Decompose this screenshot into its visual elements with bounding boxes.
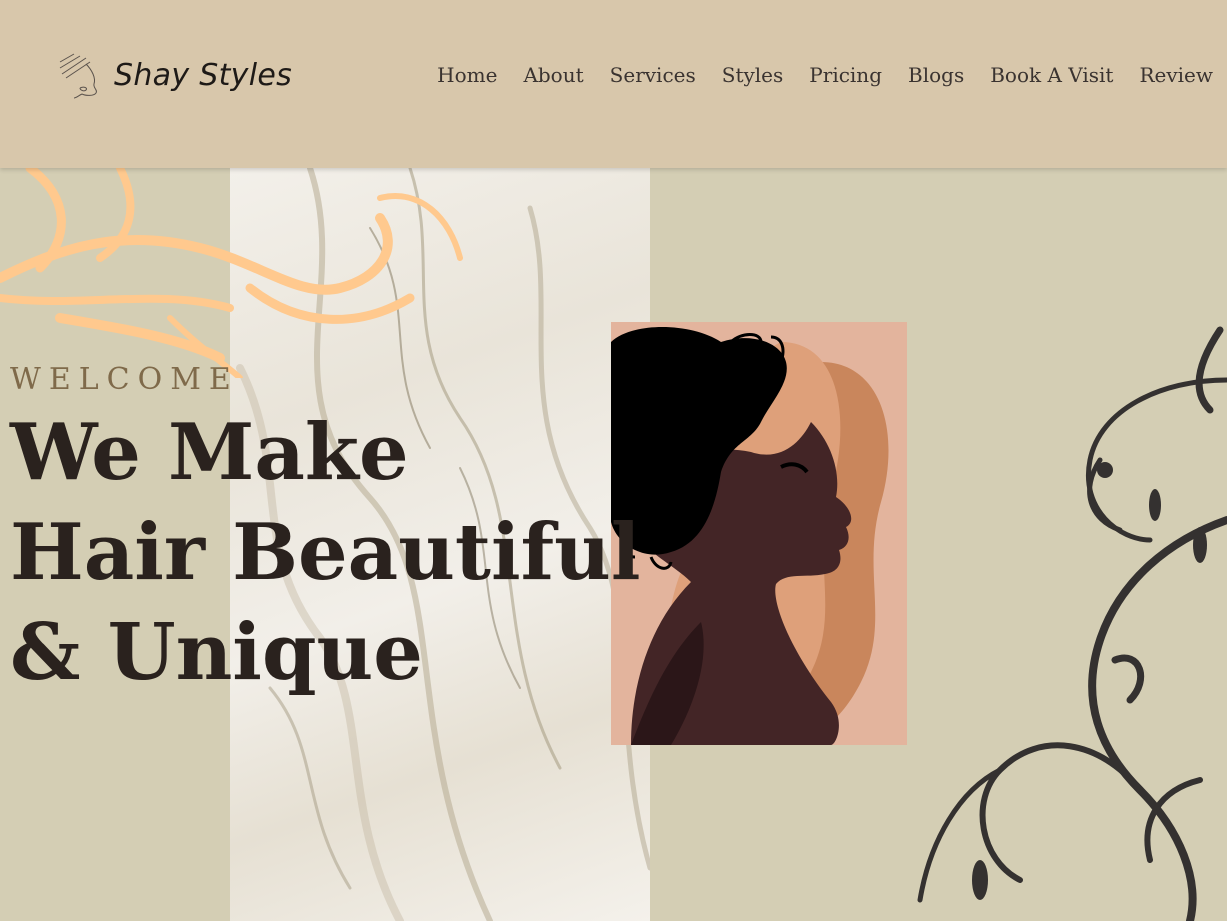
woman-profile-illustration bbox=[611, 322, 907, 745]
nav-book-a-visit[interactable]: Book A Visit bbox=[990, 63, 1113, 87]
nav-services[interactable]: Services bbox=[610, 63, 696, 87]
woman-profile-art bbox=[611, 327, 889, 745]
headline-line-3: & Unique bbox=[10, 607, 423, 698]
hero-eyebrow: WELCOME bbox=[10, 362, 239, 397]
site-header: Shay Styles Home About Services Styles P… bbox=[0, 0, 1227, 168]
brand-logo[interactable]: Shay Styles bbox=[56, 50, 292, 100]
nav-review[interactable]: Review bbox=[1139, 63, 1213, 87]
face-line-art-icon bbox=[59, 53, 97, 99]
nav-home[interactable]: Home bbox=[437, 63, 497, 87]
brand-name: Shay Styles bbox=[114, 57, 293, 93]
orange-floral-flourish bbox=[0, 168, 463, 378]
headline-line-2: Hair Beautiful bbox=[10, 507, 641, 598]
headline-line-1: We Make bbox=[10, 407, 409, 498]
hero-headline: We Make Hair Beautiful & Unique bbox=[10, 403, 640, 703]
nav-styles[interactable]: Styles bbox=[722, 63, 784, 87]
main-nav: Home About Services Styles Pricing Blogs… bbox=[437, 63, 1213, 87]
dark-floral-flourish bbox=[917, 326, 1227, 921]
nav-about[interactable]: About bbox=[523, 63, 583, 87]
hero-section: WELCOME We Make Hair Beautiful & Unique bbox=[10, 362, 640, 703]
nav-blogs[interactable]: Blogs bbox=[908, 63, 964, 87]
nav-pricing[interactable]: Pricing bbox=[809, 63, 882, 87]
